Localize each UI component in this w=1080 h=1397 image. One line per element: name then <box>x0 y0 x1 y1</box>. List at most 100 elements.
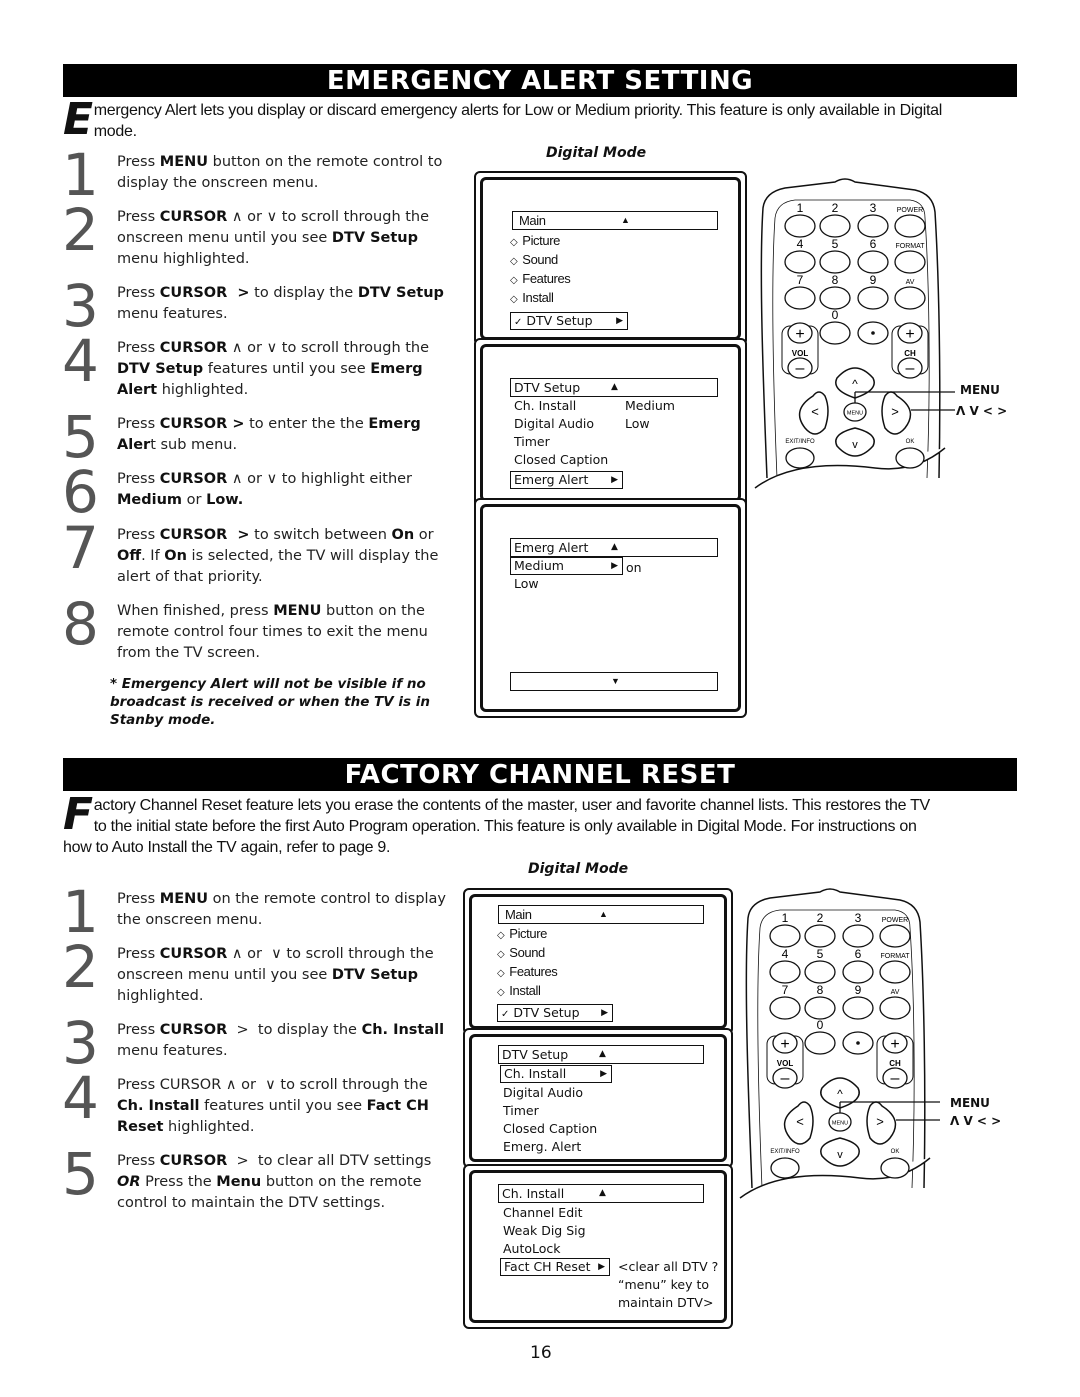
menu-item-install[interactable]: ◇ Install <box>497 982 541 1002</box>
diamond-icon: ◇ <box>497 949 505 960</box>
up-arrow-icon: ▲ <box>611 542 618 552</box>
menu-header: DTV Setup ▲ <box>510 378 718 397</box>
key-format-button[interactable] <box>894 250 926 274</box>
key-7-button[interactable] <box>784 286 816 310</box>
step-number: 6 <box>62 458 99 526</box>
key-label: 5 <box>817 947 824 961</box>
key-label: 8 <box>832 273 839 287</box>
exit-info-button[interactable] <box>770 1157 800 1179</box>
key-5-button[interactable] <box>804 960 836 984</box>
key-format-button[interactable] <box>879 960 911 984</box>
step-7: 7 Press CURSOR > to switch between On or … <box>62 519 457 588</box>
key-4-button[interactable] <box>784 250 816 274</box>
plus-icon: + <box>905 326 914 343</box>
minus-icon: – <box>781 1070 790 1087</box>
menu-item-fact-ch-reset-selected[interactable]: Fact CH Reset ▶ <box>500 1258 610 1276</box>
key-2-button[interactable] <box>804 924 836 948</box>
ok-label: OK <box>891 1149 900 1155</box>
ok-button[interactable] <box>880 1157 910 1179</box>
menu-item-sound[interactable]: ◇ Sound <box>510 251 558 271</box>
menu-item-closed-caption[interactable]: Closed Caption <box>503 1120 597 1138</box>
key-3-button[interactable] <box>857 214 889 238</box>
step-4: 4 Press CURSOR ∧ or ∨ to scroll through t… <box>62 327 457 401</box>
menu-item-autolock[interactable]: AutoLock <box>503 1240 561 1258</box>
key-0-button[interactable] <box>804 1031 836 1055</box>
key-4-button[interactable] <box>769 960 801 984</box>
menu-item-digital-audio[interactable]: Digital Audio <box>503 1084 583 1102</box>
option-low[interactable]: Low <box>625 415 650 433</box>
diamond-icon: ◇ <box>497 987 505 998</box>
key-label: 2 <box>832 201 839 215</box>
step-number: 4 <box>62 327 99 395</box>
menu-item-ch-install-selected[interactable]: Ch. Install ▶ <box>500 1065 612 1083</box>
menu-item-install[interactable]: ◇ Install <box>510 289 554 309</box>
tv-screen-main-menu: Main ▲ ◇ Picture ◇ Sound ◇ Features ◇ Instal… <box>474 171 747 346</box>
menu-item-channel-edit[interactable]: Channel Edit <box>503 1204 583 1222</box>
key-1-button[interactable] <box>784 214 816 238</box>
step-text: Press MENU button on the remote control … <box>117 154 443 191</box>
chevron-right-icon: > <box>891 404 899 419</box>
dot-icon <box>856 1041 860 1045</box>
menu-item-features[interactable]: ◇ Features <box>497 963 558 983</box>
menu-item-timer[interactable]: Timer <box>503 1102 539 1120</box>
menu-item-timer[interactable]: Timer <box>514 433 550 451</box>
key-1-button[interactable] <box>769 924 801 948</box>
key-6-button[interactable] <box>857 250 889 274</box>
step-2: 2 Press CURSOR ∧ or ∨ to scroll through t… <box>62 201 457 270</box>
key-label: 3 <box>870 201 877 215</box>
key-power-button[interactable] <box>894 214 926 238</box>
right-arrow-icon: ▶ <box>611 561 618 571</box>
remote-control-illustration: 1 2 3 POWER 4 5 6 FORMAT 7 8 9 AV 0 + VOL – + CH – ^ < > v MENU… <box>754 178 955 493</box>
key-6-button[interactable] <box>842 960 874 984</box>
callout-menu: MENU <box>960 383 1000 397</box>
step-8: 8 When finished, press MENU button on the… <box>62 595 457 664</box>
step-text: Press CURSOR > to switch between On or O… <box>117 527 439 585</box>
key-2-button[interactable] <box>819 214 851 238</box>
key-8-button[interactable] <box>804 996 836 1020</box>
key-0-button[interactable] <box>819 321 851 345</box>
menu-item-picture[interactable]: ◇ Picture <box>497 925 547 945</box>
key-label: POWER <box>897 207 923 214</box>
menu-item-dtv-setup-selected[interactable]: ✓ DTV Setup ▶ <box>510 312 628 330</box>
menu-item-emerg-alert[interactable]: Emerg. Alert <box>503 1138 581 1156</box>
menu-header: DTV Setup ▲ <box>498 1045 704 1064</box>
menu-item-closed-caption[interactable]: Closed Caption <box>514 451 608 469</box>
exit-info-button[interactable] <box>785 447 815 469</box>
key-5-button[interactable] <box>819 250 851 274</box>
option-medium[interactable]: Medium <box>625 397 675 415</box>
key-power-button[interactable] <box>879 924 911 948</box>
step-text: Press CURSOR ∧ or ∨ to scroll through th… <box>117 209 430 267</box>
right-arrow-icon: ▶ <box>600 1069 607 1079</box>
dot-icon <box>871 331 875 335</box>
dropcap: F <box>63 789 93 840</box>
key-9-button[interactable] <box>857 286 889 310</box>
key-8-button[interactable] <box>819 286 851 310</box>
ok-button[interactable] <box>895 447 925 469</box>
key-av-button[interactable] <box>879 996 911 1020</box>
step-3: 3 Press CURSOR > to display the DTV Setup… <box>62 272 457 340</box>
up-arrow-icon: ▲ <box>611 382 618 392</box>
plus-icon: + <box>890 1036 899 1053</box>
step-3: 3 Press CURSOR > to display the Ch. Insta… <box>62 1014 457 1072</box>
menu-item-digital-audio[interactable]: Digital Audio <box>514 415 594 433</box>
diamond-icon: ◇ <box>497 968 505 979</box>
section-title-factory-reset: FACTORY CHANNEL RESET <box>63 758 1017 791</box>
key-3-button[interactable] <box>842 924 874 948</box>
menu-item-dtv-setup-selected[interactable]: ✓ DTV Setup ▶ <box>497 1004 613 1022</box>
key-9-button[interactable] <box>842 996 874 1020</box>
key-7-button[interactable] <box>769 996 801 1020</box>
menu-item-sound[interactable]: ◇ Sound <box>497 944 545 964</box>
menu-item-weak-dig-sig[interactable]: Weak Dig Sig <box>503 1222 586 1240</box>
key-av-button[interactable] <box>894 286 926 310</box>
menu-item-emerg-alert-selected[interactable]: Emerg Alert ▶ <box>510 471 623 489</box>
menu-item-medium-selected[interactable]: Medium ▶ <box>510 557 623 575</box>
menu-item-ch-install[interactable]: Ch. Install <box>514 397 576 415</box>
up-arrow-icon: ▲ <box>621 215 630 225</box>
menu-item-low[interactable]: Low <box>514 575 539 593</box>
step-5: 5 Press CURSOR > to clear all DTV setting… <box>62 1145 457 1214</box>
menu-item-picture[interactable]: ◇ Picture <box>510 232 560 252</box>
menu-item-features[interactable]: ◇ Features <box>510 270 571 290</box>
step-number: 3 <box>62 272 99 340</box>
tv-screen-dtv-setup: DTV Setup ▲ Ch. Install Digital Audio Ti… <box>474 338 747 508</box>
key-label: 4 <box>797 237 804 251</box>
